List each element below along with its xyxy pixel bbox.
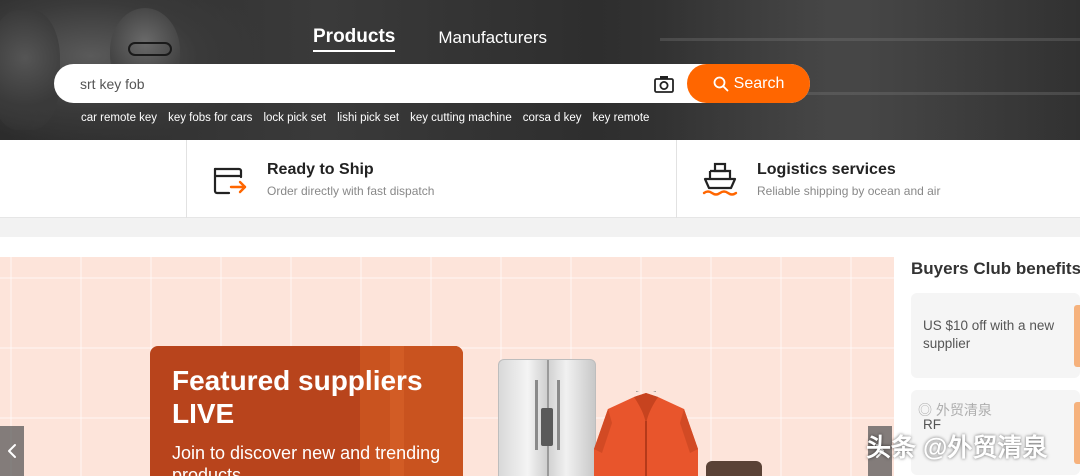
camera-icon[interactable] (653, 73, 675, 95)
services-strip: Ready to Ship Order directly with fast d… (0, 140, 1080, 218)
divider (186, 140, 187, 218)
bag-image (706, 461, 762, 476)
fridge-handle (535, 380, 538, 450)
suggestion-link[interactable]: lock pick set (263, 112, 326, 124)
section-gap (0, 218, 1080, 237)
banner-prev-button[interactable] (0, 426, 24, 476)
shelf-line (660, 38, 1080, 41)
hero-person-glasses (128, 42, 172, 56)
suggestion-link[interactable]: key cutting machine (410, 112, 512, 124)
wechat-icon: ◎ (918, 402, 932, 418)
fridge-handle (557, 380, 560, 450)
suggestion-link[interactable]: corsa d key (523, 112, 582, 124)
fridge-display (541, 408, 553, 446)
search-input[interactable] (80, 73, 640, 95)
search-icon (713, 76, 729, 91)
service-logistics[interactable]: Logistics services Reliable shipping by … (701, 140, 940, 218)
suggestion-link[interactable]: key remote (593, 112, 650, 124)
search-type-tabs: Products Manufacturers (313, 26, 547, 52)
buyers-club-title: Buyers Club benefits (911, 259, 1080, 278)
buyers-club-card-text: US $10 off with a new supplier (923, 318, 1055, 351)
fridge-image (498, 359, 596, 476)
service-ready-to-ship[interactable]: Ready to Ship Order directly with fast d… (211, 140, 434, 218)
search-button[interactable]: Search (687, 64, 810, 103)
suggestion-link[interactable]: car remote key (81, 112, 157, 124)
wechat-watermark-text: 外贸清泉 (935, 402, 992, 418)
ship-icon (701, 160, 739, 198)
service-title: Ready to Ship (267, 160, 374, 178)
banner-subtitle: Join to discover new and trending produc… (172, 443, 441, 476)
search-bar: Search (54, 64, 810, 103)
tab-manufacturers[interactable]: Manufacturers (438, 28, 547, 52)
service-subtitle: Reliable shipping by ocean and air (757, 183, 941, 198)
package-arrow-icon (211, 160, 249, 198)
toutiao-watermark: 头条 @外贸清泉 (866, 434, 1048, 462)
search-button-label: Search (733, 74, 785, 92)
service-title: Logistics services (757, 160, 896, 178)
chevron-left-icon (8, 444, 16, 458)
buyers-club-card[interactable]: US $10 off with a new supplier (911, 293, 1080, 378)
banner-title: Featured suppliers LIVE (172, 365, 423, 429)
search-suggestions: car remote key key fobs for cars lock pi… (81, 112, 649, 124)
banner-card: Featured suppliers LIVE Join to discover… (150, 346, 463, 476)
promo-banner[interactable]: Featured suppliers LIVE Join to discover… (0, 257, 894, 476)
hero-person-left (0, 10, 60, 130)
card-accent (1074, 305, 1080, 367)
divider (676, 140, 677, 218)
tab-products[interactable]: Products (313, 26, 396, 52)
service-subtitle: Order directly with fast dispatch (267, 183, 435, 198)
suggestion-link[interactable]: key fobs for cars (168, 112, 252, 124)
jacket-image (594, 391, 698, 476)
hero-section: Products Manufacturers Search car remote… (0, 0, 1080, 140)
suggestion-link[interactable]: lishi pick set (337, 112, 399, 124)
